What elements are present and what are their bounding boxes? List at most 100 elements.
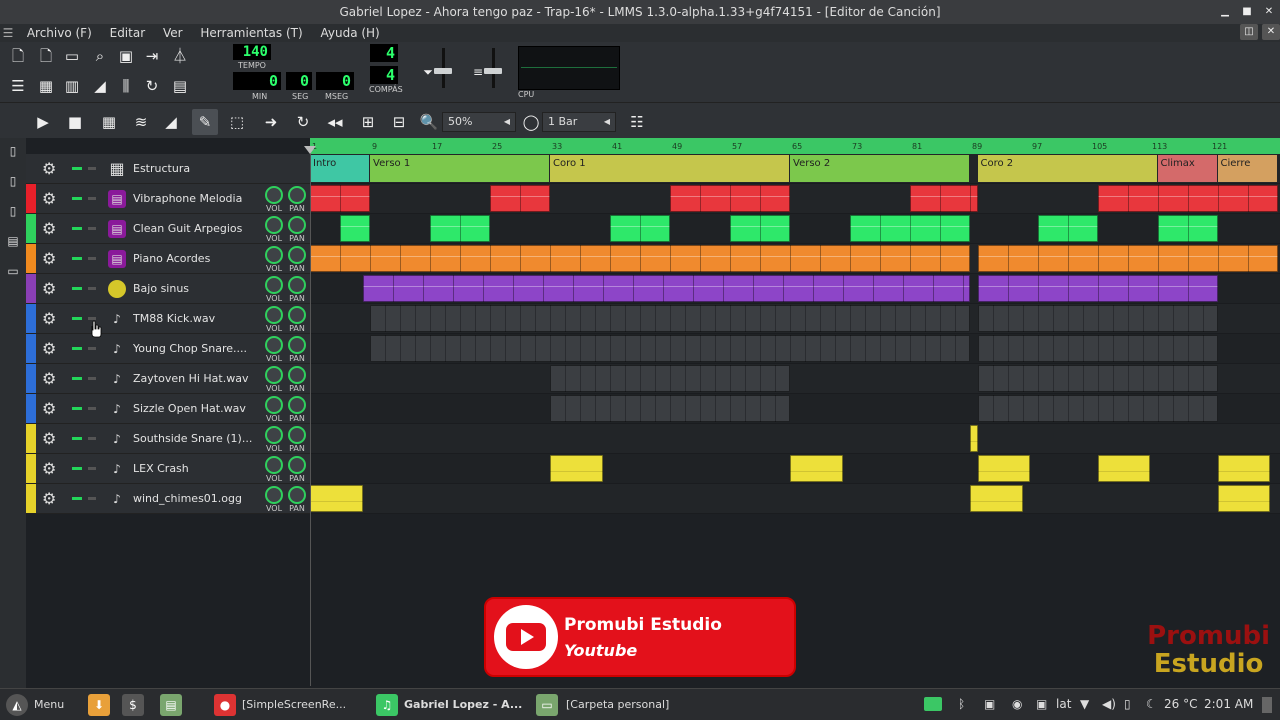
recent-files-icon[interactable]: ⌕ (88, 44, 112, 68)
play-icon[interactable]: ▶ (30, 109, 56, 135)
mute-button[interactable] (72, 407, 82, 410)
controller-rack-icon[interactable]: ↻ (140, 74, 164, 98)
solo-button[interactable] (88, 167, 96, 170)
pattern-clip[interactable] (910, 185, 978, 212)
show-desktop-icon[interactable] (1262, 697, 1272, 713)
song-editor-icon[interactable]: ☰ (6, 74, 30, 98)
volume-knob[interactable] (265, 456, 283, 474)
menu-button[interactable]: Menu (34, 693, 64, 717)
track-name[interactable]: Piano Acordes (133, 244, 253, 273)
quantize-combo[interactable]: 1 Bar ◀ (542, 112, 616, 132)
pattern-clip[interactable] (310, 485, 363, 512)
menu-ver[interactable]: Ver (156, 24, 190, 42)
master-volume-handle[interactable] (434, 68, 452, 74)
pattern-clip[interactable] (1157, 215, 1218, 242)
pattern-clip[interactable] (970, 425, 978, 452)
automation-editor-icon[interactable]: ◢ (88, 74, 112, 98)
solo-button[interactable] (88, 347, 96, 350)
pattern-clip[interactable] (310, 245, 970, 272)
stop-behaviour-icon[interactable]: ◂◂ (322, 109, 348, 135)
track-name[interactable]: Zaytoven Hi Hat.wav (133, 364, 253, 393)
pattern-clip[interactable] (730, 215, 790, 242)
volume-knob[interactable] (265, 366, 283, 384)
menu-editar[interactable]: Editar (103, 24, 153, 42)
pattern-clip[interactable] (670, 185, 790, 212)
pattern-clip[interactable] (1097, 185, 1278, 212)
tempo-display[interactable]: 140 (233, 44, 271, 60)
track-name[interactable]: Bajo sinus (133, 274, 253, 303)
mute-button[interactable] (72, 197, 82, 200)
pattern-clip[interactable] (977, 395, 1218, 422)
lmms-icon[interactable]: ♫ (376, 694, 398, 716)
home-folder-icon[interactable]: ▤ (5, 234, 21, 250)
gear-icon[interactable]: ⚙ (42, 430, 56, 448)
pattern-clip[interactable] (977, 305, 1218, 332)
structure-segment[interactable]: Verso 1 (370, 155, 549, 182)
pan-knob[interactable] (288, 276, 306, 294)
volume-knob[interactable] (265, 276, 283, 294)
pan-knob[interactable] (288, 246, 306, 264)
pattern-clip[interactable] (430, 215, 490, 242)
new-file-icon[interactable]: 🗋 (6, 44, 30, 68)
pattern-clip[interactable] (362, 275, 970, 302)
save-icon[interactable]: ▣ (114, 44, 138, 68)
pattern-clip[interactable] (977, 365, 1218, 392)
screen-recorder-icon[interactable]: ● (214, 694, 236, 716)
loop-points-icon[interactable]: ↻ (290, 109, 316, 135)
track-name[interactable]: wind_chimes01.ogg (133, 484, 253, 513)
gear-icon[interactable]: ⚙ (42, 490, 56, 508)
close-subwindow-icon[interactable]: ✕ (1262, 24, 1280, 40)
bluetooth-icon[interactable]: ᛒ (958, 697, 965, 711)
pan-knob[interactable] (288, 216, 306, 234)
track-name[interactable]: LEX Crash (133, 454, 253, 483)
structure-segment[interactable]: Verso 2 (790, 155, 969, 182)
gear-icon[interactable]: ⚙ (42, 460, 56, 478)
gear-icon[interactable]: ⚙ (42, 190, 56, 208)
volume-icon[interactable]: ◀) (1102, 697, 1116, 711)
structure-segment[interactable]: Climax (1157, 155, 1217, 182)
mute-button[interactable] (72, 257, 82, 260)
metronome-icon[interactable]: ⏃ (168, 44, 192, 68)
volume-knob[interactable] (265, 246, 283, 264)
mute-button[interactable] (72, 437, 82, 440)
menu-herramientas[interactable]: Herramientas (T) (193, 24, 309, 42)
zoom-combo[interactable]: 50% ◀ (442, 112, 516, 132)
track-name[interactable]: Estructura (133, 154, 253, 183)
pattern-clip[interactable] (977, 245, 1278, 272)
gear-icon[interactable]: ⚙ (42, 310, 56, 328)
pattern-clip[interactable] (1217, 485, 1270, 512)
volume-knob[interactable] (265, 306, 283, 324)
track-name[interactable]: Sizzle Open Hat.wav (133, 394, 253, 423)
solo-button[interactable] (88, 377, 96, 380)
solo-button[interactable] (88, 197, 96, 200)
pattern-clip[interactable] (550, 395, 790, 422)
mute-button[interactable] (72, 497, 82, 500)
solo-button[interactable] (88, 257, 96, 260)
pan-knob[interactable] (288, 186, 306, 204)
stop-icon[interactable]: ■ (62, 109, 88, 135)
gear-icon[interactable]: ⚙ (42, 250, 56, 268)
solo-button[interactable] (88, 467, 96, 470)
pattern-clip[interactable] (850, 215, 970, 242)
volume-knob[interactable] (265, 426, 283, 444)
auto-scroll-icon[interactable]: ➜ (258, 109, 284, 135)
mute-button[interactable] (72, 227, 82, 230)
minimize-icon[interactable]: ▁ (1214, 0, 1236, 24)
track-name[interactable]: Clean Guit Arpegios (133, 214, 253, 243)
pattern-clip[interactable] (310, 185, 370, 212)
pattern-clip[interactable] (1217, 455, 1270, 482)
my-samples-icon[interactable]: ▯ (5, 174, 21, 190)
pattern-clip[interactable] (977, 455, 1030, 482)
pattern-clip[interactable] (970, 485, 1023, 512)
track-name[interactable]: Vibraphone Melodia (133, 184, 253, 213)
export-icon[interactable]: ⇥ (140, 44, 164, 68)
keyboard-layout[interactable]: lat (1056, 697, 1071, 711)
screenshot-icon[interactable]: ▣ (1036, 697, 1047, 711)
close-icon[interactable]: ✕ (1258, 0, 1280, 24)
solo-button[interactable] (88, 227, 96, 230)
pan-knob[interactable] (288, 486, 306, 504)
volume-knob[interactable] (265, 336, 283, 354)
mute-button[interactable] (72, 347, 82, 350)
mute-button[interactable] (72, 317, 82, 320)
playhead-marker[interactable] (304, 146, 316, 154)
